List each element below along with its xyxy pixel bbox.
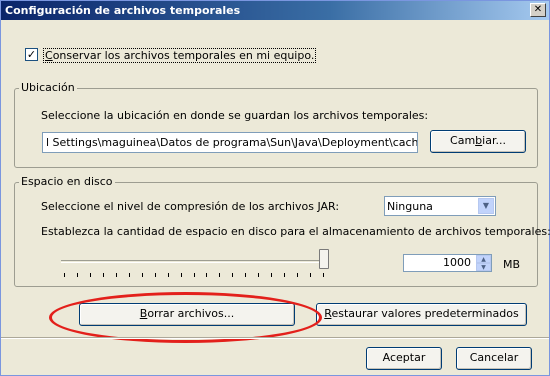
ok-button[interactable]: Aceptar bbox=[366, 347, 442, 370]
slider-tick bbox=[245, 273, 247, 277]
compression-selected-value: Ninguna bbox=[387, 200, 433, 213]
slider-tick bbox=[102, 273, 104, 277]
chevron-down-icon[interactable]: ▼ bbox=[478, 198, 494, 214]
slider-tick bbox=[219, 273, 221, 277]
window-title: Configuración de archivos temporales bbox=[5, 4, 241, 17]
slider-tick bbox=[115, 273, 117, 277]
close-icon[interactable]: ✕ bbox=[530, 3, 546, 17]
slider-tick bbox=[323, 273, 324, 277]
slider-tick bbox=[167, 273, 169, 277]
slider-tick bbox=[193, 273, 195, 277]
spin-down-icon[interactable]: ▼ bbox=[476, 263, 491, 271]
temp-files-settings-dialog: Configuración de archivos temporales ✕ ✓… bbox=[0, 0, 550, 376]
slider-tick bbox=[128, 273, 130, 277]
disk-space-slider-track[interactable] bbox=[61, 260, 327, 263]
footer-separator bbox=[1, 337, 549, 339]
keep-files-checkbox[interactable]: ✓ bbox=[25, 48, 38, 61]
red-annotation-ellipse bbox=[49, 292, 322, 343]
location-instruction: Seleccione la ubicación en donde se guar… bbox=[41, 109, 429, 122]
change-location-button[interactable]: Cambiar... bbox=[430, 130, 526, 153]
cancel-button[interactable]: Cancelar bbox=[456, 347, 532, 370]
location-group-title: Ubicación bbox=[19, 81, 77, 94]
keep-files-label[interactable]: Conservar los archivos temporales en mi … bbox=[43, 48, 317, 63]
spin-up-icon[interactable]: ▲ bbox=[476, 255, 491, 263]
restore-defaults-button[interactable]: Restaurar valores predeterminados bbox=[316, 303, 527, 326]
location-group: Ubicación bbox=[14, 81, 538, 168]
slider-tick bbox=[154, 273, 156, 277]
slider-tick bbox=[232, 273, 234, 277]
slider-tick bbox=[310, 273, 312, 277]
slider-tick bbox=[180, 273, 182, 277]
disk-space-group-title: Espacio en disco bbox=[19, 175, 115, 188]
disk-space-spinner[interactable]: ▲ ▼ bbox=[476, 255, 491, 271]
slider-tick bbox=[206, 273, 208, 277]
cache-path-field[interactable]: l Settings\maguinea\Datos de programa\Su… bbox=[42, 132, 418, 153]
disk-amount-label: Establezca la cantidad de espacio en dis… bbox=[41, 225, 550, 238]
slider-tick bbox=[64, 273, 65, 277]
slider-tick bbox=[271, 273, 273, 277]
slider-tick bbox=[76, 273, 78, 277]
slider-tick bbox=[284, 273, 286, 277]
slider-tick bbox=[141, 273, 143, 277]
title-bar: Configuración de archivos temporales ✕ bbox=[1, 1, 549, 20]
slider-tick bbox=[258, 273, 260, 277]
compression-label: Seleccione el nivel de compresión de los… bbox=[41, 200, 340, 213]
disk-space-slider-thumb[interactable] bbox=[319, 249, 329, 269]
slider-tick bbox=[89, 273, 91, 277]
slider-tick bbox=[297, 273, 299, 277]
compression-select[interactable]: Ninguna ▼ bbox=[384, 196, 496, 216]
disk-space-unit: MB bbox=[503, 258, 521, 271]
